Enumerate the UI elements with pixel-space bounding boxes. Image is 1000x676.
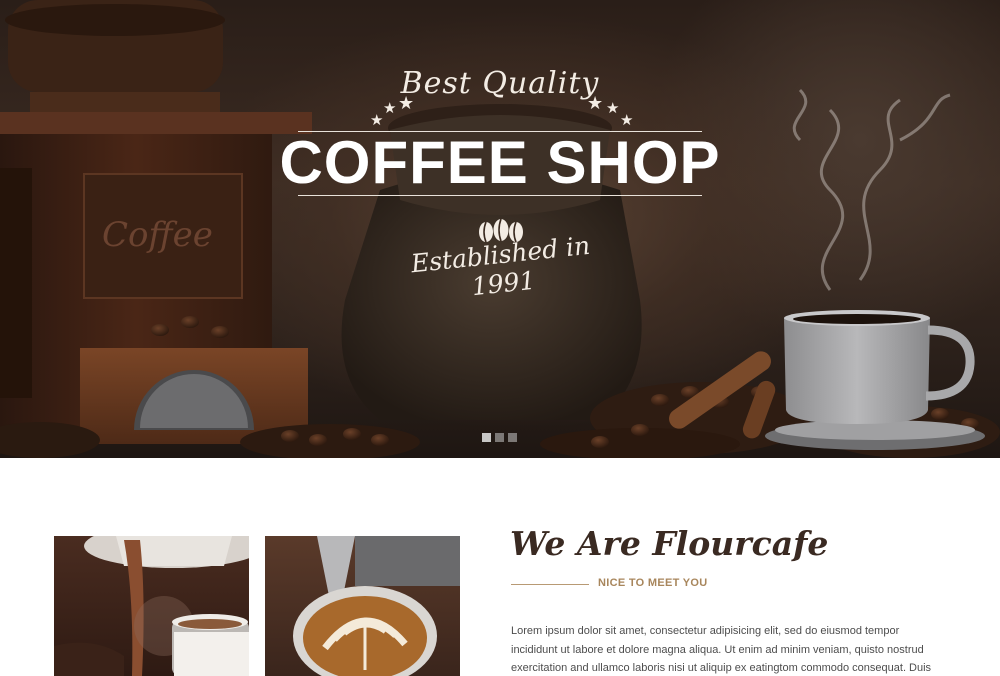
hero-banner: Coffee ★ ★ ★ ★ ★ ★ Best Quality COFFEE S…: [0, 0, 1000, 458]
star-icon: ★: [370, 112, 384, 129]
star-icon: ★: [606, 100, 620, 117]
title-bottom-rule: [298, 195, 702, 196]
about-heading: We Are Flourcafe: [510, 524, 829, 563]
slider-dot-1[interactable]: [482, 433, 491, 442]
hero-tagline: Best Quality: [400, 66, 600, 101]
star-icon: ★: [620, 112, 634, 129]
pouring-coffee-image: [54, 536, 249, 676]
hero-title: COFFEE SHOP: [279, 129, 721, 196]
hero-established: Established in 1991: [409, 230, 592, 302]
slider-pagination: [482, 433, 517, 442]
about-subheading: NICE TO MEET YOU: [598, 577, 708, 589]
slider-dot-2[interactable]: [495, 433, 504, 442]
hero-content: ★ ★ ★ ★ ★ ★ Best Quality COFFEE SHOP Est…: [0, 0, 1000, 458]
slider-dot-3[interactable]: [508, 433, 517, 442]
about-body-text: Lorem ipsum dolor sit amet, consectetur …: [511, 625, 932, 674]
latte-art-image: [265, 536, 460, 676]
about-divider: [511, 584, 589, 585]
star-icon: ★: [383, 100, 397, 117]
